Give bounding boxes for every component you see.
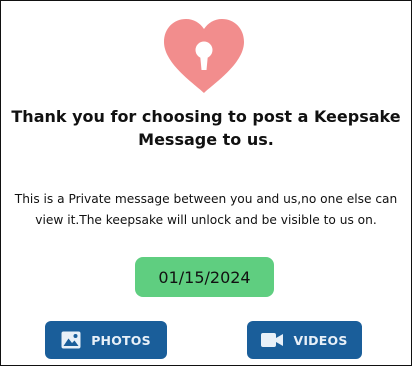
videos-button[interactable]: VIDEOS (247, 321, 362, 359)
video-camera-icon (261, 333, 284, 347)
image-icon (61, 331, 81, 349)
photos-button-label: PHOTOS (91, 332, 151, 348)
message-title-line-1: Thank you for choosing to post a Keepsak… (11, 107, 401, 126)
message-body-line-1: This is a Private message between you an… (14, 192, 398, 206)
unlock-date-badge: 01/15/2024 (135, 257, 274, 297)
message-title-line-2: Message to us. (138, 130, 274, 149)
videos-button-label: VIDEOS (293, 332, 348, 348)
keepsake-message-panel: Thank you for choosing to post a Keepsak… (0, 0, 412, 366)
heart-lock-icon (161, 17, 247, 95)
message-body-line-2: view it.The keepsake will unlock and be … (35, 213, 377, 227)
photos-button[interactable]: PHOTOS (45, 321, 167, 359)
message-body: This is a Private message between you an… (1, 189, 411, 231)
message-title: Thank you for choosing to post a Keepsak… (1, 105, 411, 151)
